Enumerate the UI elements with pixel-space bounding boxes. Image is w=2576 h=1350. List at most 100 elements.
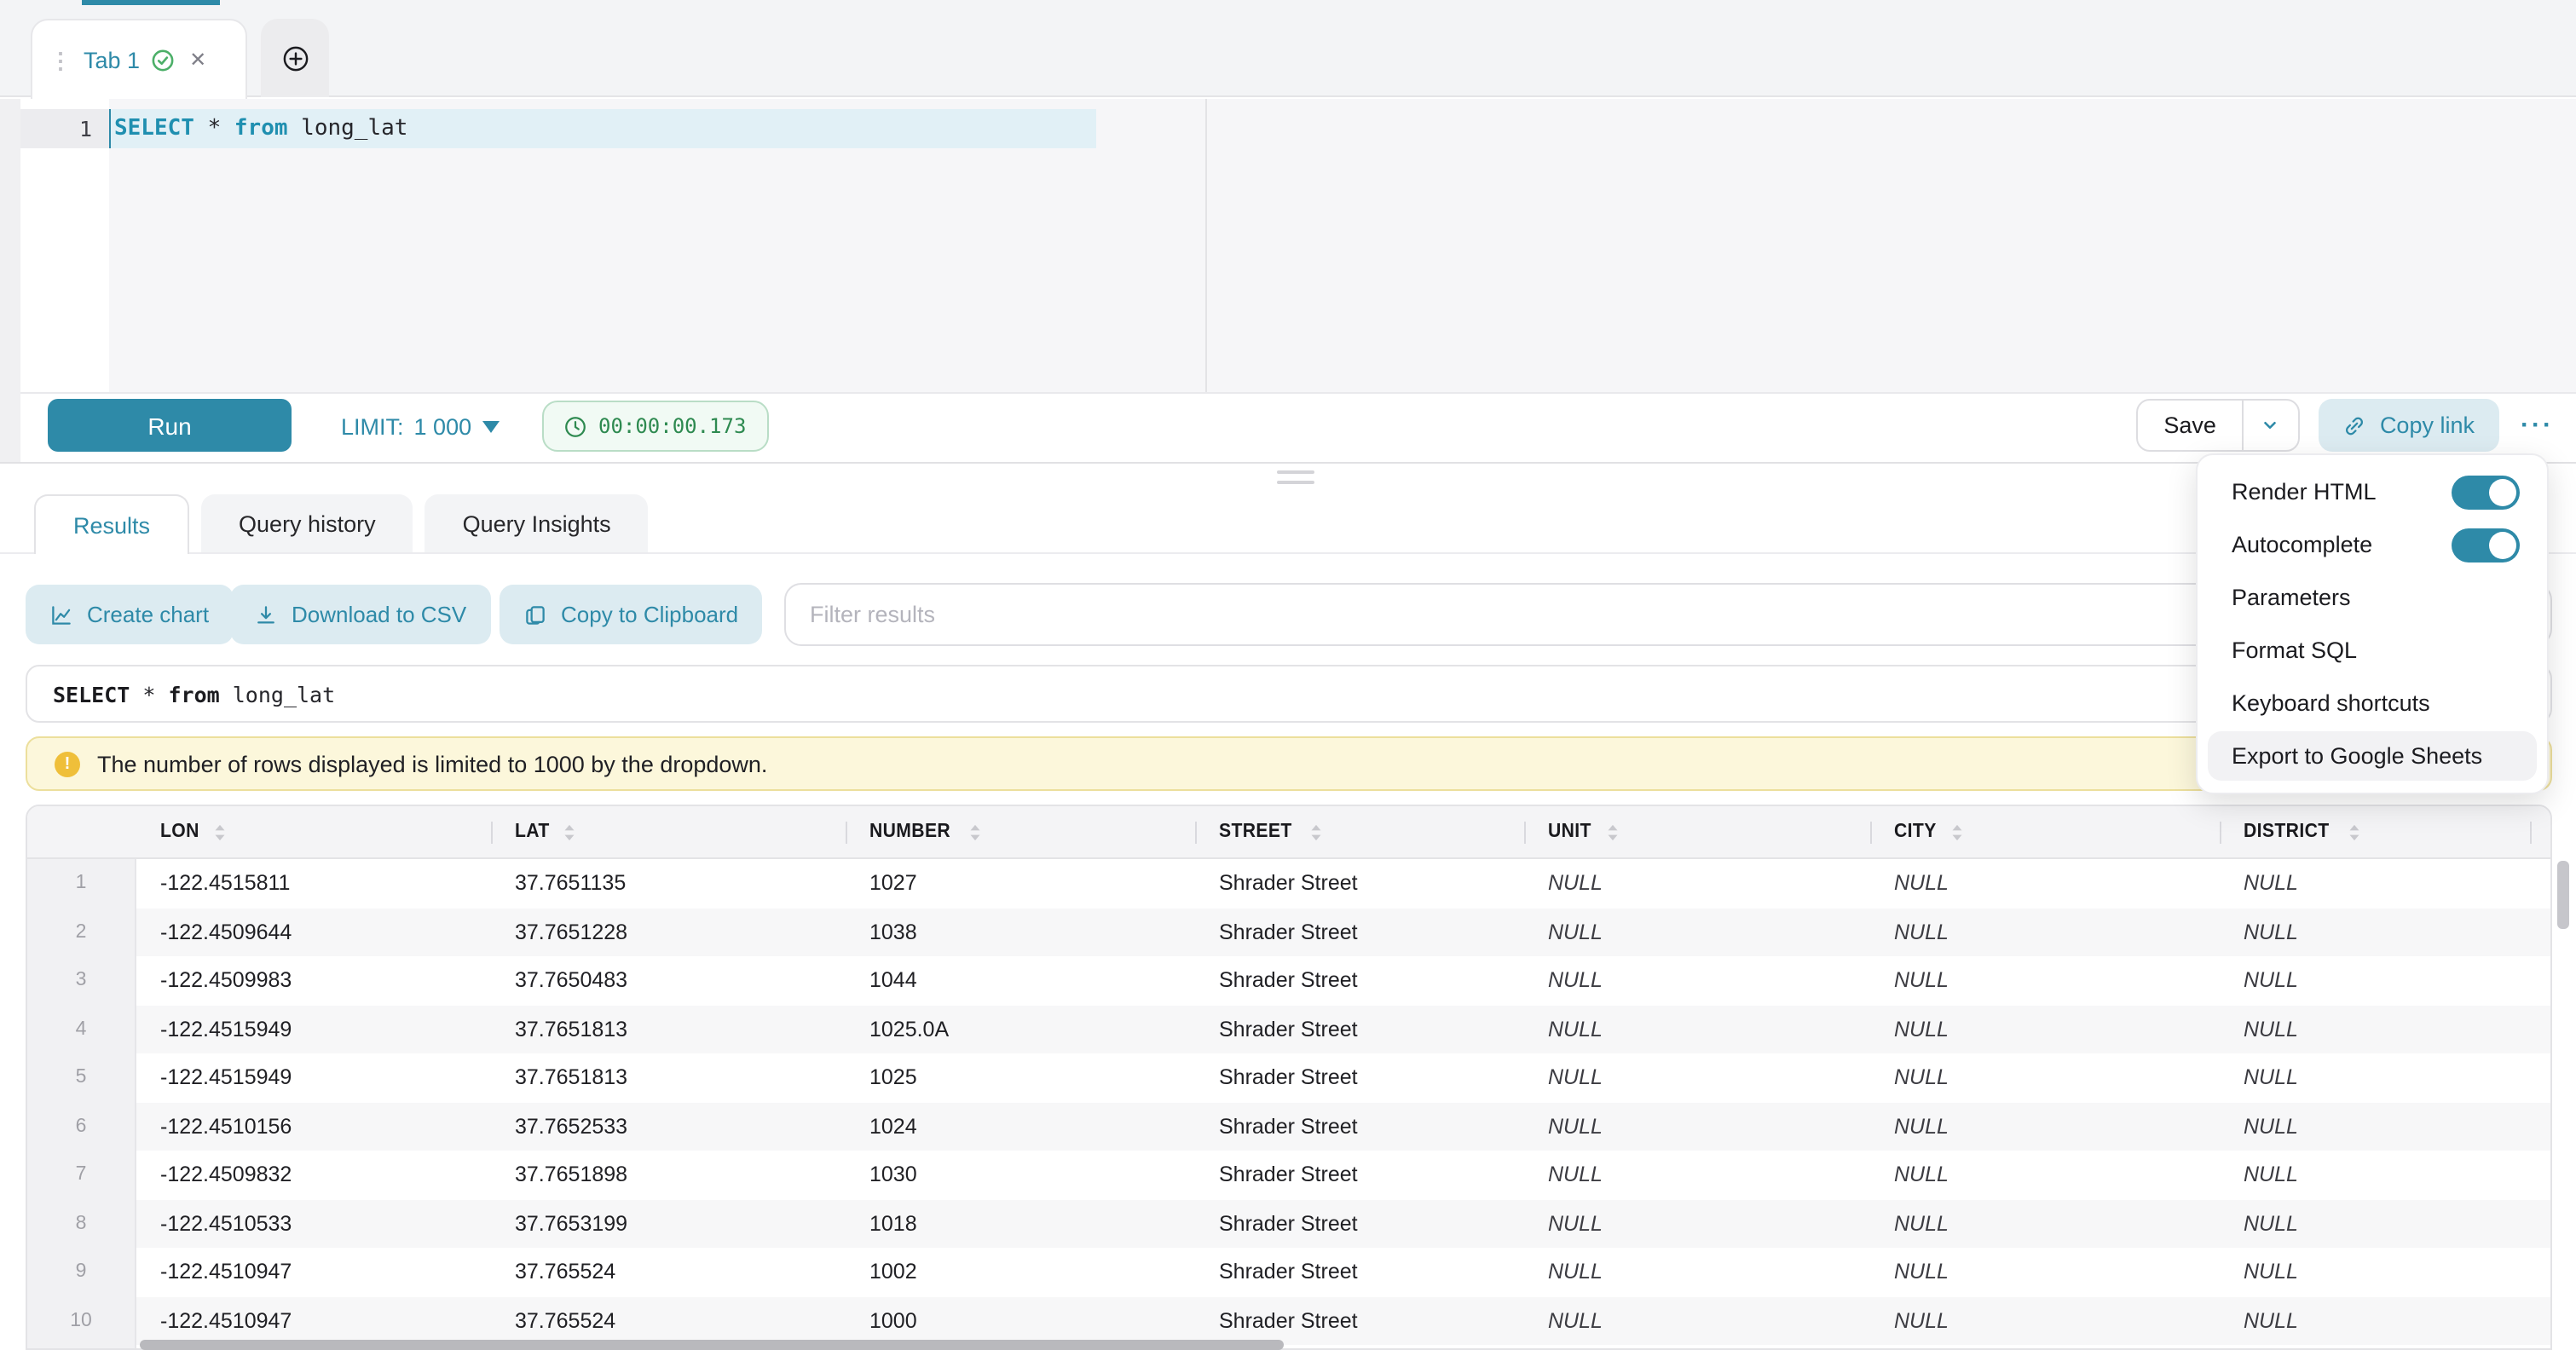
column-header-number[interactable]: NUMBER (846, 806, 1195, 857)
table-cell[interactable]: Shrader Street (1195, 1053, 1524, 1102)
table-cell[interactable]: Shrader Street (1195, 956, 1524, 1005)
table-cell[interactable]: NULL (1524, 1102, 1870, 1151)
tab-1[interactable]: ⋮ Tab 1 ✕ (31, 19, 247, 99)
table-cell[interactable]: NULL (1870, 908, 2220, 956)
results-tab-query-insights[interactable]: Query Insights (425, 494, 649, 552)
table-cell[interactable]: NULL (1524, 1345, 1870, 1350)
table-cell[interactable]: -122.4510156 (136, 1102, 491, 1151)
add-tab-button[interactable] (261, 19, 329, 97)
table-cell[interactable]: NULL (1870, 1199, 2220, 1248)
table-cell[interactable]: -122.4510533 (136, 1199, 491, 1248)
table-cell[interactable]: NULL (2220, 1053, 2530, 1102)
table-cell[interactable]: 1044 (846, 956, 1195, 1005)
table-cell[interactable]: 1027 (846, 859, 1195, 908)
column-header-street[interactable]: STREET (1195, 806, 1524, 857)
menu-item-format-sql[interactable]: Format SQL (2198, 624, 2547, 677)
table-cell[interactable]: -122.4515949 (136, 1053, 491, 1102)
limit-dropdown[interactable]: LIMIT: 1 000 (341, 394, 499, 459)
table-cell[interactable]: NULL (1524, 1151, 1870, 1199)
table-cell[interactable]: 1030 (846, 1151, 1195, 1199)
create-chart-button[interactable]: Create chart (26, 585, 233, 644)
table-cell[interactable]: NULL (1870, 1296, 2220, 1345)
table-cell[interactable]: Shrader Street (1195, 1296, 1524, 1345)
menu-item-autocomplete[interactable]: Autocomplete (2198, 518, 2547, 571)
column-header-lat[interactable]: LAT (491, 806, 846, 857)
table-cell[interactable]: NULL (1524, 859, 1870, 908)
table-cell[interactable]: NULL (2220, 859, 2530, 908)
table-cell[interactable]: -122.4515949 (136, 1005, 491, 1053)
table-cell[interactable]: NULL (2220, 956, 2530, 1005)
table-cell[interactable]: 37.7651813 (491, 1005, 846, 1053)
table-cell[interactable]: 1000 (846, 1296, 1195, 1345)
table-cell[interactable]: NULL (1524, 1296, 1870, 1345)
autocomplete-toggle[interactable] (2452, 528, 2520, 562)
table-cell[interactable]: NULL (2220, 1345, 2530, 1350)
table-cell[interactable]: Shrader Street (1195, 1102, 1524, 1151)
table-cell[interactable]: Shrader Street (1195, 1248, 1524, 1296)
table-cell[interactable]: Shrader Street (1195, 1005, 1524, 1053)
table-cell[interactable]: 37.7651228 (491, 908, 846, 956)
table-cell[interactable]: NULL (1870, 1005, 2220, 1053)
table-cell[interactable]: Shrader Street (1195, 1199, 1524, 1248)
menu-item-export-to-google-sheets[interactable]: Export to Google Sheets (2208, 731, 2537, 781)
table-cell[interactable]: 1025 (846, 1053, 1195, 1102)
table-cell[interactable]: 37.765524 (491, 1296, 846, 1345)
editor-code-area[interactable]: SELECT * from long_lat (109, 99, 2576, 392)
vertical-scrollbar[interactable] (2557, 861, 2568, 929)
download-csv-button[interactable]: Download to CSV (230, 585, 490, 644)
table-cell[interactable]: NULL (2220, 1248, 2530, 1296)
copy-link-button[interactable]: Copy link (2319, 399, 2498, 452)
table-cell[interactable]: -122.4509983 (136, 956, 491, 1005)
table-cell[interactable]: NULL (2220, 1199, 2530, 1248)
table-cell[interactable]: 1025.0A (846, 1005, 1195, 1053)
table-cell[interactable]: NULL (1870, 956, 2220, 1005)
render-html-toggle[interactable] (2452, 475, 2520, 509)
table-cell[interactable]: NULL (1524, 1248, 1870, 1296)
table-cell[interactable]: -122.4509832 (136, 1151, 491, 1199)
results-tab-results[interactable]: Results (34, 494, 189, 554)
more-options-button[interactable]: ··· (2517, 411, 2557, 440)
table-cell[interactable]: Shrader Street (1195, 859, 1524, 908)
horizontal-scrollbar[interactable] (140, 1340, 1284, 1350)
column-header-lon[interactable]: LON (136, 806, 491, 857)
run-button[interactable]: Run (48, 399, 292, 452)
table-cell[interactable]: NULL (1524, 1053, 1870, 1102)
table-cell[interactable]: NULL (2220, 1296, 2530, 1345)
sql-editor[interactable]: SELECT * from long_lat 1 (0, 99, 2576, 392)
menu-item-keyboard-shortcuts[interactable]: Keyboard shortcuts (2198, 677, 2547, 730)
table-cell[interactable]: -122.4510947 (136, 1296, 491, 1345)
active-code-line[interactable]: SELECT * from long_lat (109, 109, 1096, 148)
table-cell[interactable]: NULL (2220, 1151, 2530, 1199)
save-button[interactable]: Save (2138, 401, 2242, 450)
menu-item-parameters[interactable]: Parameters (2198, 571, 2547, 624)
save-options-button[interactable] (2242, 401, 2298, 450)
table-cell[interactable]: 37.7651898 (491, 1151, 846, 1199)
menu-item-render-html[interactable]: Render HTML (2198, 465, 2547, 518)
table-cell[interactable]: NULL (2220, 908, 2530, 956)
table-cell[interactable]: NULL (1524, 1005, 1870, 1053)
table-cell[interactable]: NULL (1870, 1345, 2220, 1350)
table-cell[interactable]: 37.7652533 (491, 1102, 846, 1151)
table-cell[interactable]: 37.7651135 (491, 859, 846, 908)
table-cell[interactable]: NULL (1524, 1199, 1870, 1248)
resize-grip[interactable] (1277, 470, 1314, 484)
table-cell[interactable]: 37.7653199 (491, 1199, 846, 1248)
column-header-re[interactable]: RE (2530, 806, 2552, 857)
table-cell[interactable]: Shrader Street (1195, 1151, 1524, 1199)
table-cell[interactable]: 37.7651813 (491, 1053, 846, 1102)
column-header-unit[interactable]: UNIT (1524, 806, 1870, 857)
table-cell[interactable]: 37.765524 (491, 1248, 846, 1296)
table-cell[interactable]: NULL (2220, 1005, 2530, 1053)
table-cell[interactable]: NULL (1870, 1102, 2220, 1151)
close-tab-icon[interactable]: ✕ (189, 48, 206, 72)
table-cell[interactable]: NULL (1524, 956, 1870, 1005)
table-cell[interactable]: NULL (1870, 1053, 2220, 1102)
table-cell[interactable]: -122.4510947 (136, 1248, 491, 1296)
copy-clipboard-button[interactable]: Copy to Clipboard (500, 585, 762, 644)
table-cell[interactable]: NULL (1870, 1151, 2220, 1199)
table-cell[interactable]: 1002 (846, 1248, 1195, 1296)
table-cell[interactable]: 1024 (846, 1102, 1195, 1151)
table-cell[interactable]: 37.7650483 (491, 956, 846, 1005)
table-cell[interactable]: NULL (2220, 1102, 2530, 1151)
table-cell[interactable]: 1038 (846, 908, 1195, 956)
